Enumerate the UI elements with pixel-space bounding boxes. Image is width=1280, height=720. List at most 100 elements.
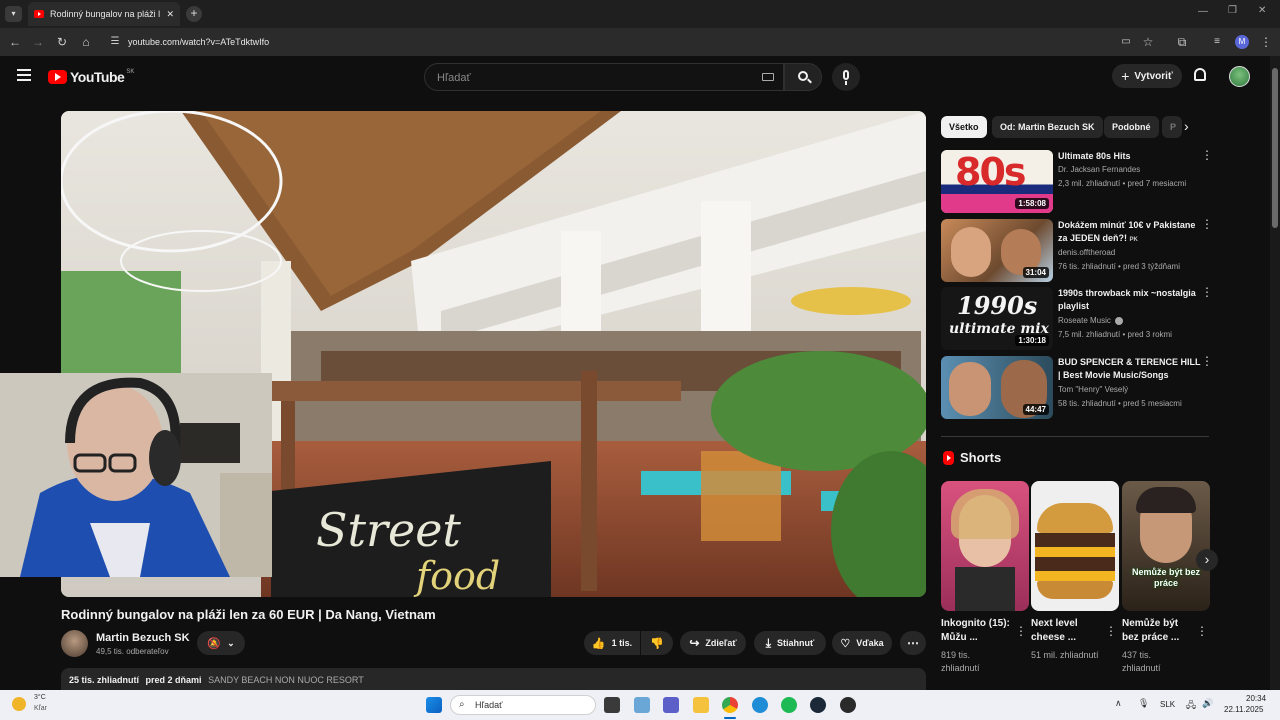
video-thumbnail[interactable]: 80s 1:58:08 — [941, 150, 1053, 213]
share-button[interactable]: ↪ Zdieľať — [680, 631, 746, 655]
short-thumbnail[interactable] — [1031, 481, 1119, 611]
reload-icon[interactable]: ↻ — [55, 35, 69, 49]
volume-icon[interactable]: 🔊 — [1202, 698, 1213, 709]
more-options-icon[interactable]: ⋮ — [1015, 624, 1027, 638]
bookmark-star-icon[interactable]: ☆ — [1141, 35, 1155, 49]
chips-next-chevron-icon[interactable]: › — [1184, 118, 1189, 134]
new-tab-button[interactable]: + — [186, 6, 202, 22]
chip-related[interactable]: Podobné — [1104, 116, 1159, 138]
subscribed-button[interactable]: 🔕 ⌄ — [197, 631, 245, 655]
taskbar-search[interactable]: ⌕ Hľadať — [450, 695, 596, 715]
steam-icon[interactable] — [810, 697, 826, 713]
dislike-button[interactable]: 👎 — [641, 631, 673, 655]
notifications-bell-icon[interactable] — [1194, 68, 1206, 81]
short-title[interactable]: Inkognito (15): Můžu ... — [941, 617, 1016, 645]
weather-icon[interactable] — [12, 697, 26, 711]
tab-close-icon[interactable]: ✕ — [166, 9, 174, 20]
voice-search-button[interactable] — [832, 63, 860, 91]
more-options-icon[interactable]: ⋮ — [1201, 218, 1213, 230]
recommended-video[interactable]: 31:04 Dokážem minúť 10€ v Pakistane za J… — [941, 218, 1216, 283]
more-options-icon[interactable]: ⋮ — [1201, 149, 1213, 161]
channel-name[interactable]: Tom "Henry" Veselý — [1058, 385, 1128, 394]
app-icon[interactable] — [840, 697, 856, 713]
more-actions-button[interactable]: ⋯ — [900, 631, 926, 655]
recommended-video[interactable]: 80s 1:58:08 Ultimate 80s Hits Dr. Jacksa… — [941, 149, 1216, 214]
search-button[interactable] — [784, 63, 822, 91]
back-icon[interactable]: ← — [8, 35, 22, 49]
scrollbar-thumb[interactable] — [1272, 68, 1278, 228]
download-button[interactable]: ⤓ Stiahnuť — [754, 631, 826, 655]
create-button[interactable]: + Vytvoriť — [1112, 64, 1182, 88]
short-thumbnail[interactable]: Nemůže být bez práce — [1122, 481, 1210, 611]
forward-icon[interactable]: → — [31, 35, 45, 49]
minimize-button[interactable]: — — [1198, 6, 1208, 17]
video-thumbnail[interactable]: 1990s ultimate mix 1:30:18 — [941, 287, 1053, 350]
recommended-video[interactable]: 44:47 BUD SPENCER & TERENCE HILL | Best … — [941, 355, 1216, 420]
video-thumbnail[interactable]: 44:47 — [941, 356, 1053, 419]
short-video[interactable]: Inkognito (15): Můžu ... 819 tis. zhliad… — [941, 481, 1029, 675]
profile-avatar-icon[interactable]: M — [1235, 35, 1249, 49]
channel-name[interactable]: Dr. Jacksan Fernandes — [1058, 165, 1140, 174]
clock-time[interactable]: 20:34 — [1246, 694, 1266, 703]
short-video[interactable]: Nemůže být bez práce Nemůže být bez prác… — [1122, 481, 1210, 675]
reading-list-icon[interactable]: ≡ — [1210, 35, 1224, 49]
channel-name[interactable]: Roseate Music — [1058, 316, 1124, 325]
teams-icon[interactable] — [663, 697, 679, 713]
short-title[interactable]: Next level cheese ... — [1031, 617, 1106, 645]
description-box[interactable]: 25 tis. zhliadnutí pred 2 dňami SANDY BE… — [61, 668, 926, 690]
weather-temp: 3°C — [34, 694, 46, 701]
address-bar[interactable]: youtube.com/watch?v=ATeTdktwIfo — [128, 37, 269, 47]
like-button[interactable]: 👍 1 tis. — [584, 631, 640, 655]
recommended-video[interactable]: 1990s ultimate mix 1:30:18 1990s throwba… — [941, 286, 1216, 351]
edge-icon[interactable] — [752, 697, 768, 713]
browser-tab[interactable]: Rodinný bungalov na pláži len za ✕ — [28, 2, 180, 26]
thanks-button[interactable]: ♡ Vďaka — [832, 631, 892, 655]
short-title[interactable]: Nemůže být bez práce ... — [1122, 617, 1197, 645]
language-indicator[interactable]: SLK — [1160, 700, 1175, 709]
tray-overflow-icon[interactable]: ∧ — [1115, 698, 1122, 709]
more-options-icon[interactable]: ⋮ — [1196, 624, 1208, 638]
widgets-icon[interactable] — [634, 697, 650, 713]
more-options-icon[interactable]: ⋮ — [1201, 286, 1213, 298]
spotify-icon[interactable] — [781, 697, 797, 713]
cast-icon[interactable]: ▭ — [1119, 35, 1133, 49]
task-view-icon[interactable] — [604, 697, 620, 713]
site-info-icon[interactable]: ☰ — [108, 35, 122, 49]
windows-start-icon[interactable] — [426, 697, 442, 713]
tab-menu-button[interactable]: ▾ — [5, 6, 22, 22]
video-thumbnail[interactable]: 31:04 — [941, 219, 1053, 282]
close-window-button[interactable]: ✕ — [1258, 5, 1266, 16]
page-scrollbar[interactable] — [1270, 56, 1280, 690]
search-input[interactable]: Hľadať — [424, 63, 784, 91]
account-avatar[interactable] — [1229, 66, 1250, 87]
chip-from-channel[interactable]: Od: Martin Bezuch SK — [992, 116, 1103, 138]
file-explorer-icon[interactable] — [693, 697, 709, 713]
channel-name[interactable]: Martin Bezuch SK — [96, 632, 190, 644]
browser-menu-icon[interactable]: ⋮ — [1259, 35, 1273, 49]
more-options-icon[interactable]: ⋮ — [1105, 624, 1117, 638]
home-icon[interactable]: ⌂ — [79, 35, 93, 49]
chip-all[interactable]: Všetko — [941, 116, 987, 138]
shorts-next-button[interactable]: › — [1196, 549, 1218, 571]
short-thumbnail[interactable] — [941, 481, 1029, 611]
keyboard-icon[interactable] — [762, 73, 774, 81]
extensions-icon[interactable]: ⧉ — [1175, 35, 1189, 49]
location-tag[interactable]: SANDY BEACH NON NUOC RESORT — [208, 675, 364, 685]
video-title[interactable]: Ultimate 80s Hits — [1058, 150, 1203, 163]
video-title[interactable]: Dokážem minúť 10€ v Pakistane za JEDEN d… — [1058, 219, 1203, 247]
clock-date[interactable]: 22.11.2025 — [1224, 705, 1263, 714]
channel-avatar[interactable] — [61, 630, 88, 657]
network-icon[interactable]: 🖧 — [1186, 698, 1196, 714]
hamburger-menu-icon[interactable] — [17, 69, 31, 81]
maximize-button[interactable]: ❐ — [1228, 5, 1237, 16]
video-title[interactable]: 1990s throwback mix ~nostalgia playlist — [1058, 287, 1203, 313]
short-video[interactable]: Next level cheese ... 51 mil. zhliadnutí… — [1031, 481, 1119, 662]
tray-mic-icon[interactable]: 🎙 — [1138, 698, 1149, 709]
youtube-logo[interactable]: YouTube SK — [48, 69, 134, 85]
more-options-icon[interactable]: ⋮ — [1201, 355, 1213, 367]
channel-name[interactable]: denis.offtheroad — [1058, 248, 1115, 257]
chrome-icon[interactable] — [722, 697, 738, 713]
youtube-header: YouTube SK Hľadať + Vytvoriť — [0, 56, 1270, 98]
video-title[interactable]: BUD SPENCER & TERENCE HILL | Best Movie … — [1058, 356, 1203, 382]
chip-more[interactable]: P — [1162, 116, 1182, 138]
